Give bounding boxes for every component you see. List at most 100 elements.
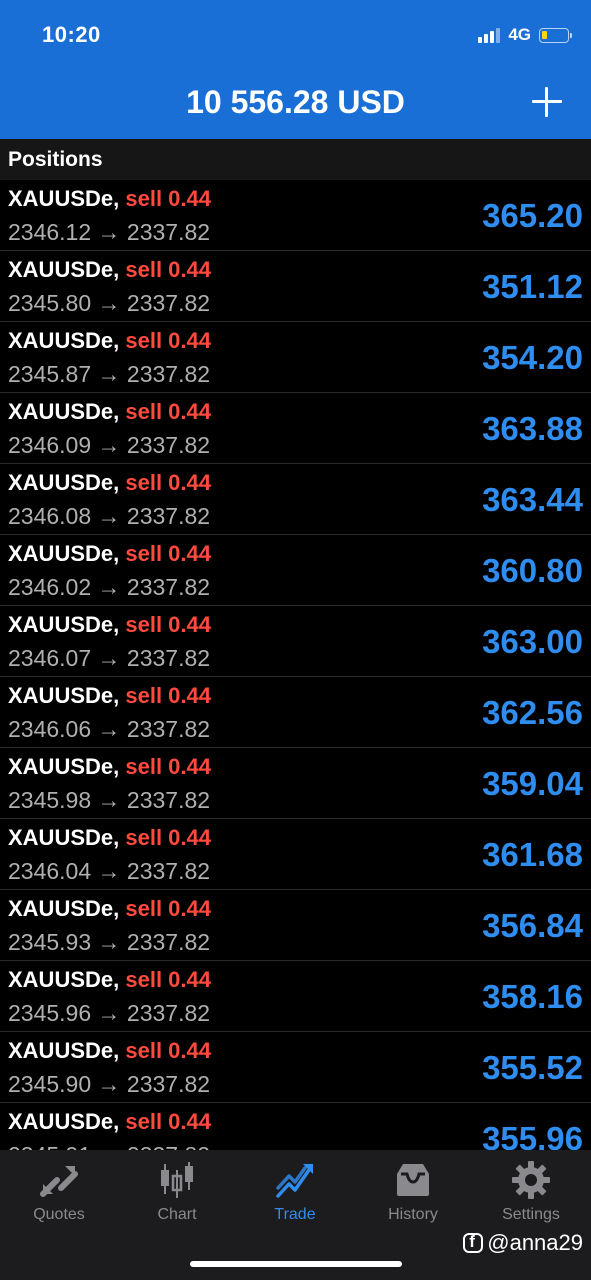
position-prices: 2345.80 → 2337.82 [8, 290, 210, 317]
network-type: 4G [508, 25, 531, 44]
position-row[interactable]: XAUUSDe, sell 0.44 2346.12 → 2337.82 365.2… [0, 180, 591, 251]
symbol-name: XAUUSDe, [8, 186, 120, 211]
positions-section-header: Positions [0, 139, 591, 180]
trade-side: sell 0.44 [125, 683, 212, 708]
tab-label: Trade [274, 1206, 316, 1223]
position-symbol: XAUUSDe, sell 0.44 [8, 328, 211, 354]
position-row[interactable]: XAUUSDe, sell 0.44 2345.98 → 2337.82 359.0… [0, 748, 591, 819]
open-price: 2346.12 [8, 219, 92, 245]
position-symbol: XAUUSDe, sell 0.44 [8, 825, 211, 851]
symbol-name: XAUUSDe, [8, 612, 120, 637]
open-price: 2345.96 [8, 1000, 92, 1026]
candlestick-chart-icon [161, 1162, 193, 1198]
position-prices: 2345.96 → 2337.82 [8, 1000, 210, 1027]
tab-trade[interactable]: Trade [236, 1150, 354, 1240]
open-price: 2345.90 [8, 1071, 92, 1097]
tab-label: Quotes [33, 1206, 85, 1223]
current-price: 2337.82 [126, 361, 211, 387]
position-row[interactable]: XAUUSDe, sell 0.44 2346.09 → 2337.82 363.8… [0, 393, 591, 464]
tab-chart[interactable]: Chart [118, 1150, 236, 1240]
position-row[interactable]: XAUUSDe, sell 0.44 2345.93 → 2337.82 356.8… [0, 890, 591, 961]
position-row[interactable]: XAUUSDe, sell 0.44 2346.08 → 2337.82 363.4… [0, 464, 591, 535]
arrow-icon: → [97, 929, 121, 955]
position-symbol: XAUUSDe, sell 0.44 [8, 470, 211, 496]
open-price: 2345.80 [8, 290, 92, 316]
position-prices: 2346.08 → 2337.82 [8, 503, 210, 530]
position-row[interactable]: XAUUSDe, sell 0.44 2345.80 → 2337.82 351.1… [0, 251, 591, 322]
position-profit: 351.12 [482, 268, 583, 305]
trade-side: sell 0.44 [125, 896, 212, 921]
trade-side: sell 0.44 [125, 257, 212, 282]
tab-settings[interactable]: Settings [472, 1150, 590, 1240]
symbol-name: XAUUSDe, [8, 683, 120, 708]
position-profit: 358.16 [482, 978, 583, 1015]
position-symbol: XAUUSDe, sell 0.44 [8, 754, 211, 780]
open-price: 2345.91 [8, 1142, 91, 1150]
current-price: 2337.82 [126, 503, 211, 529]
position-profit: 363.44 [482, 481, 583, 518]
watermark-text: @anna29 [487, 1230, 583, 1255]
position-profit: 359.04 [482, 765, 583, 802]
position-row[interactable]: XAUUSDe, sell 0.44 2345.91 → 2337.82 355.9… [0, 1103, 591, 1150]
current-price: 2337.82 [127, 1142, 210, 1150]
position-symbol: XAUUSDe, sell 0.44 [8, 257, 211, 283]
trade-side: sell 0.44 [125, 470, 212, 495]
trade-side: sell 0.44 [125, 186, 212, 211]
position-row[interactable]: XAUUSDe, sell 0.44 2346.07 → 2337.82 363.0… [0, 606, 591, 677]
facebook-icon [463, 1232, 484, 1253]
position-symbol: XAUUSDe, sell 0.44 [8, 683, 211, 709]
trade-side: sell 0.44 [125, 399, 212, 424]
symbol-name: XAUUSDe, [8, 399, 120, 424]
arrow-icon: → [97, 716, 121, 742]
position-profit: 365.20 [482, 197, 583, 234]
gear-icon [512, 1161, 550, 1199]
symbol-name: XAUUSDe, [8, 896, 120, 921]
position-row[interactable]: XAUUSDe, sell 0.44 2346.04 → 2337.82 361.6… [0, 819, 591, 890]
tab-label: History [388, 1206, 438, 1223]
tab-label: Settings [502, 1206, 560, 1223]
trade-side: sell 0.44 [125, 825, 212, 850]
add-order-button[interactable] [531, 86, 563, 118]
trade-side: sell 0.44 [125, 1038, 212, 1063]
position-row[interactable]: XAUUSDe, sell 0.44 2346.06 → 2337.82 362.5… [0, 677, 591, 748]
trade-side: sell 0.44 [125, 541, 212, 566]
current-price: 2337.82 [126, 290, 211, 316]
position-prices: 2345.87 → 2337.82 [8, 361, 210, 388]
position-symbol: XAUUSDe, sell 0.44 [8, 896, 211, 922]
position-symbol: XAUUSDe, sell 0.44 [8, 967, 211, 993]
position-profit: 363.00 [482, 623, 583, 660]
tab-history[interactable]: History [354, 1150, 472, 1240]
tab-quotes[interactable]: Quotes [0, 1150, 118, 1240]
position-prices: 2345.98 → 2337.82 [8, 787, 210, 814]
position-prices: 2345.90 → 2337.82 [8, 1071, 210, 1098]
position-symbol: XAUUSDe, sell 0.44 [8, 1109, 211, 1135]
current-price: 2337.82 [126, 929, 211, 955]
arrow-icon: → [97, 645, 121, 671]
app-header: 10:20 4G 10 556.28 USD [0, 0, 591, 139]
arrow-icon: → [97, 1071, 121, 1097]
position-profit: 361.68 [482, 836, 583, 873]
position-row[interactable]: XAUUSDe, sell 0.44 2346.02 → 2337.82 360.8… [0, 535, 591, 606]
current-price: 2337.82 [126, 858, 211, 884]
status-time: 10:20 [42, 22, 101, 47]
section-title: Positions [8, 148, 103, 171]
arrow-icon: → [97, 219, 121, 245]
position-row[interactable]: XAUUSDe, sell 0.44 2345.90 → 2337.82 355.5… [0, 1032, 591, 1103]
position-row[interactable]: XAUUSDe, sell 0.44 2345.96 → 2337.82 358.1… [0, 961, 591, 1032]
position-profit: 362.56 [482, 694, 583, 731]
trade-side: sell 0.44 [125, 612, 212, 637]
open-price: 2346.04 [8, 858, 92, 884]
positions-list[interactable]: XAUUSDe, sell 0.44 2346.12 → 2337.82 365.2… [0, 180, 591, 1150]
signal-icon [478, 27, 501, 43]
position-prices: 2345.93 → 2337.82 [8, 929, 210, 956]
position-prices: 2346.09 → 2337.82 [8, 432, 210, 459]
position-symbol: XAUUSDe, sell 0.44 [8, 612, 211, 638]
current-price: 2337.82 [126, 645, 211, 671]
arrow-icon: → [97, 1000, 121, 1026]
tab-label: Chart [157, 1206, 197, 1223]
position-prices: 2346.07 → 2337.82 [8, 645, 210, 672]
symbol-name: XAUUSDe, [8, 967, 120, 992]
position-row[interactable]: XAUUSDe, sell 0.44 2345.87 → 2337.82 354.2… [0, 322, 591, 393]
current-price: 2337.82 [126, 574, 211, 600]
symbol-name: XAUUSDe, [8, 1038, 120, 1063]
